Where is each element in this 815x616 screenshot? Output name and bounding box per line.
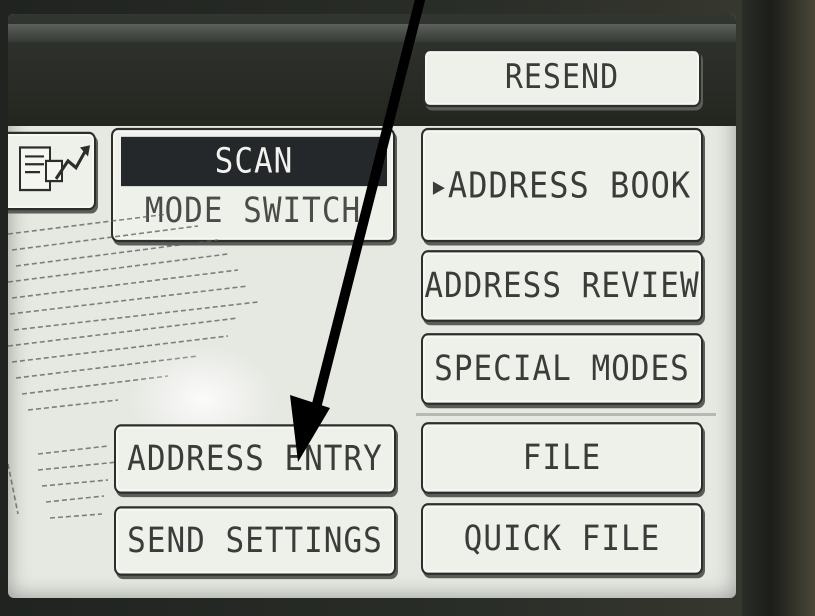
special-modes-label: SPECIAL MODES (434, 348, 690, 390)
address-book-button[interactable]: ▶ADDRESS BOOK (421, 127, 703, 243)
touch-screen: RESEND SCAN MODE SWITCH ▶ADDRESS BOOK AD… (8, 14, 736, 598)
device-bezel (742, 0, 815, 616)
file-button[interactable]: FILE (421, 422, 703, 494)
address-entry-button[interactable]: ADDRESS ENTRY (114, 424, 396, 494)
resend-button[interactable]: RESEND (423, 48, 701, 108)
scan-mode-switch-button[interactable]: SCAN MODE SWITCH (111, 127, 395, 243)
send-settings-label: SEND SETTINGS (127, 520, 383, 562)
address-book-label: ADDRESS BOOK (447, 163, 692, 207)
special-modes-button[interactable]: SPECIAL MODES (421, 333, 703, 405)
send-settings-button[interactable]: SEND SETTINGS (114, 506, 396, 576)
file-label: FILE (522, 437, 602, 479)
document-with-arrow-icon (19, 145, 90, 192)
address-review-button[interactable]: ADDRESS REVIEW (421, 250, 703, 322)
scan-label: SCAN (121, 136, 387, 187)
preview-mode-button[interactable] (8, 131, 96, 211)
triangle-right-icon: ▶ (432, 172, 446, 200)
quick-file-button[interactable]: QUICK FILE (421, 503, 703, 575)
mode-switch-label: MODE SWITCH (144, 190, 362, 231)
quick-file-label: QUICK FILE (463, 518, 661, 560)
divider (416, 413, 716, 416)
address-entry-label: ADDRESS ENTRY (127, 438, 383, 480)
resend-label: RESEND (504, 57, 620, 98)
top-bar-strip (8, 24, 736, 42)
address-review-label: ADDRESS REVIEW (424, 265, 700, 307)
